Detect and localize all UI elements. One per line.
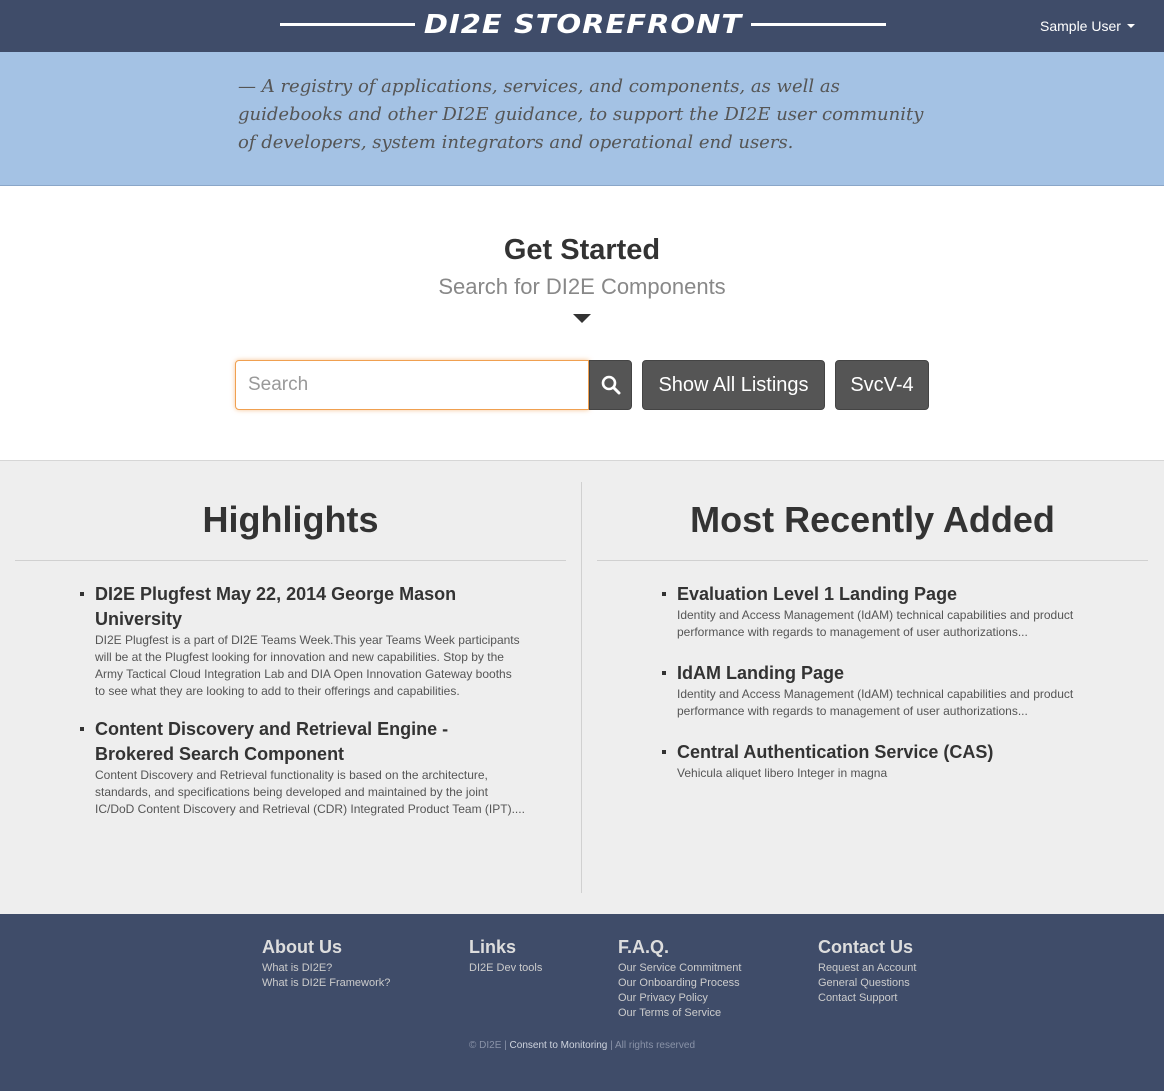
- copyright-line: © DI2E | Consent to Monitoring | All rig…: [0, 1040, 1164, 1051]
- tagline-text: — A registry of applications, services, …: [238, 76, 924, 153]
- highlights-list: DI2E Plugfest May 22, 2014 George Mason …: [80, 582, 525, 818]
- footer-faq: F.A.Q. Our Service Commitment Our Onboar…: [618, 936, 741, 1021]
- highlight-item-title[interactable]: DI2E Plugfest May 22, 2014 George Mason …: [95, 582, 525, 632]
- get-started-subtitle: Search for DI2E Components: [438, 274, 726, 299]
- column-divider: [581, 482, 582, 893]
- recent-item-title[interactable]: Evaluation Level 1 Landing Page: [677, 582, 1097, 607]
- triangle-down-icon: [573, 314, 591, 323]
- highlight-item: Content Discovery and Retrieval Engine -…: [80, 717, 525, 818]
- footer-link-service-commitment[interactable]: Our Service Commitment: [618, 961, 741, 976]
- highlights-divider: [15, 560, 566, 561]
- footer-link-terms[interactable]: Our Terms of Service: [618, 1006, 741, 1021]
- recent-title: Most Recently Added: [690, 499, 1055, 540]
- search-button[interactable]: [589, 360, 632, 410]
- recent-item-title[interactable]: IdAM Landing Page: [677, 661, 1097, 686]
- recent-divider: [597, 560, 1148, 561]
- brand-line-right: [751, 22, 887, 26]
- brand-line-left: [280, 22, 415, 26]
- recent-item-title[interactable]: Central Authentication Service (CAS): [677, 740, 1097, 765]
- caret-down-icon: [1126, 24, 1135, 28]
- highlights-title: Highlights: [202, 499, 379, 540]
- user-name: Sample User: [1040, 18, 1121, 34]
- footer-link-contact-support[interactable]: Contact Support: [818, 991, 916, 1006]
- search-input[interactable]: [235, 360, 589, 410]
- copyright-prefix: © DI2E |: [468, 1040, 507, 1051]
- recent-list: Evaluation Level 1 Landing Page Identity…: [662, 582, 1097, 782]
- recent-item-desc: Identity and Access Management (IdAM) te…: [677, 608, 1074, 639]
- tagline-banner: — A registry of applications, services, …: [0, 52, 1164, 186]
- footer-contact-title: Contact Us: [818, 937, 914, 957]
- footer-link-what-is-framework[interactable]: What is DI2E Framework?: [262, 976, 390, 991]
- get-started-section: Get Started Search for DI2E Components S…: [0, 186, 1164, 461]
- recent-item: Central Authentication Service (CAS) Veh…: [662, 740, 1097, 782]
- consent-to-monitoring-link[interactable]: Consent to Monitoring: [510, 1040, 608, 1051]
- search-icon: [601, 375, 620, 395]
- footer-about-title: About Us: [262, 937, 342, 957]
- footer-faq-title: F.A.Q.: [618, 937, 670, 957]
- recent-item-desc: Vehicula aliquet libero Integer in magna: [677, 766, 888, 780]
- user-menu-dropdown[interactable]: Sample User: [1040, 18, 1135, 34]
- footer-link-general-questions[interactable]: General Questions: [818, 976, 916, 991]
- footer-links: Links DI2E Dev tools: [469, 936, 542, 976]
- content-section: Highlights DI2E Plugfest May 22, 2014 Ge…: [0, 461, 1164, 914]
- footer-links-title: Links: [469, 937, 517, 957]
- recent-item: Evaluation Level 1 Landing Page Identity…: [662, 582, 1097, 641]
- highlight-item: DI2E Plugfest May 22, 2014 George Mason …: [80, 582, 525, 700]
- footer: About Us What is DI2E? What is DI2E Fram…: [0, 914, 1164, 1091]
- copyright-suffix: | All rights reserved: [610, 1040, 696, 1051]
- show-all-listings-button[interactable]: Show All Listings: [642, 360, 825, 410]
- top-navbar: DI2E STOREFRONT Sample User: [0, 0, 1164, 52]
- recent-item: IdAM Landing Page Identity and Access Ma…: [662, 661, 1097, 720]
- footer-link-request-account[interactable]: Request an Account: [818, 961, 916, 976]
- highlight-item-title[interactable]: Content Discovery and Retrieval Engine -…: [95, 717, 525, 767]
- recent-item-desc: Identity and Access Management (IdAM) te…: [677, 687, 1074, 718]
- brand-title: DI2E STOREFRONT: [423, 9, 743, 39]
- footer-link-what-is-di2e[interactable]: What is DI2E?: [262, 961, 390, 976]
- get-started-title: Get Started: [503, 234, 661, 266]
- highlight-item-desc: Content Discovery and Retrieval function…: [95, 768, 525, 816]
- footer-link-dev-tools[interactable]: DI2E Dev tools: [469, 961, 542, 976]
- highlight-item-desc: DI2E Plugfest is a part of DI2E Teams We…: [95, 633, 520, 698]
- footer-link-privacy[interactable]: Our Privacy Policy: [618, 991, 741, 1006]
- svcv4-button[interactable]: SvcV-4: [835, 360, 929, 410]
- footer-link-onboarding[interactable]: Our Onboarding Process: [618, 976, 741, 991]
- footer-about: About Us What is DI2E? What is DI2E Fram…: [262, 936, 390, 991]
- footer-contact: Contact Us Request an Account General Qu…: [818, 936, 916, 1006]
- brand-logo[interactable]: DI2E STOREFRONT: [280, 9, 887, 39]
